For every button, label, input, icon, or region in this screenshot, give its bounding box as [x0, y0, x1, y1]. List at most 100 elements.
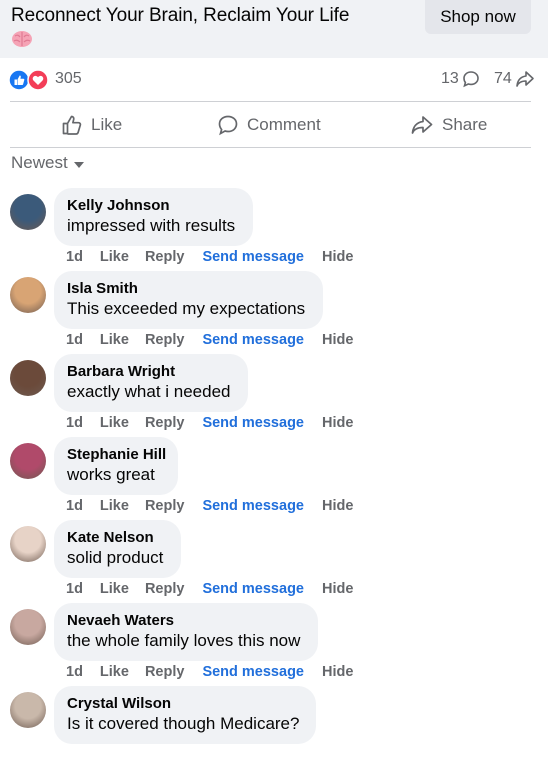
comment-bubble: Kate Nelson solid product: [54, 520, 181, 578]
sort-label: Newest: [11, 153, 68, 172]
avatar[interactable]: [10, 194, 46, 230]
comment-reply-button[interactable]: Reply: [145, 249, 185, 265]
avatar[interactable]: [10, 443, 46, 479]
reaction-icons[interactable]: [8, 69, 52, 91]
comments-count[interactable]: 13: [441, 70, 480, 88]
comment-bubble-icon: [462, 71, 479, 88]
comment-icon: [218, 115, 238, 136]
comment-hide-button[interactable]: Hide: [322, 332, 353, 348]
comment-item: Kelly Johnson impressed with results 1d Lik…: [0, 188, 548, 271]
comment-bubble: Stephanie Hill works great: [54, 437, 178, 495]
comment-send-button[interactable]: Send message: [202, 664, 304, 680]
comment-like-button[interactable]: Like: [100, 581, 129, 597]
share-button[interactable]: Share: [410, 103, 487, 147]
comment-item: Crystal Wilson Is it covered though Medic…: [0, 686, 548, 769]
comment-timestamp[interactable]: 1d: [66, 415, 83, 431]
comment-send-button[interactable]: Send message: [202, 581, 304, 597]
shares-count-value: 74: [494, 70, 512, 87]
ad-header: Reconnect Your Brain, Reclaim Your Life …: [0, 0, 548, 58]
avatar[interactable]: [10, 360, 46, 396]
comment-reply-button[interactable]: Reply: [145, 332, 185, 348]
comment-item: Stephanie Hill works great 1d Like Reply Send…: [0, 437, 548, 520]
comment-like-button[interactable]: Like: [100, 415, 129, 431]
commenter-name[interactable]: Crystal Wilson: [67, 694, 303, 713]
comment-hide-button[interactable]: Hide: [322, 498, 353, 514]
comment-actions: 1d Like Reply Send message Hide: [66, 249, 353, 265]
comments-count-value: 13: [441, 70, 459, 87]
comment-button[interactable]: Comment: [217, 103, 321, 147]
comment-reply-button[interactable]: Reply: [145, 415, 185, 431]
comment-timestamp[interactable]: 1d: [66, 498, 83, 514]
comment-text: exactly what i needed: [67, 382, 231, 401]
comment-item: Kate Nelson solid product 1d Like Reply Send …: [0, 520, 548, 603]
comment-hide-button[interactable]: Hide: [322, 581, 353, 597]
commenter-name[interactable]: Nevaeh Waters: [67, 611, 305, 630]
comment-bubble: Barbara Wright exactly what i needed: [54, 354, 248, 412]
comment-timestamp[interactable]: 1d: [66, 664, 83, 680]
shop-now-button[interactable]: Shop now: [425, 0, 531, 34]
comment-sort-dropdown[interactable]: Newest: [11, 153, 84, 173]
comment-actions: 1d Like Reply Send message Hide: [66, 415, 353, 431]
comment-reply-button[interactable]: Reply: [145, 581, 185, 597]
comment-button-label: Comment: [247, 115, 321, 134]
comment-send-button[interactable]: Send message: [202, 498, 304, 514]
comment-item: Isla Smith This exceeded my expectations 1…: [0, 271, 548, 354]
comment-timestamp[interactable]: 1d: [66, 332, 83, 348]
caret-down-icon: [73, 161, 84, 168]
comment-reply-button[interactable]: Reply: [145, 664, 185, 680]
thumbs-up-icon: [62, 115, 82, 135]
comment-actions: 1d Like Reply Send message Hide: [66, 498, 353, 514]
like-button-label: Like: [91, 115, 123, 134]
comment-like-button[interactable]: Like: [100, 498, 129, 514]
comment-actions: 1d Like Reply Send message Hide: [66, 332, 353, 348]
comment-timestamp[interactable]: 1d: [66, 249, 83, 265]
share-button-label: Share: [442, 115, 488, 134]
divider: [10, 147, 531, 148]
comment-bubble: Crystal Wilson Is it covered though Medic…: [54, 686, 316, 744]
comment-item: Nevaeh Waters the whole family loves this…: [0, 603, 548, 686]
avatar[interactable]: [10, 277, 46, 313]
avatar[interactable]: [10, 526, 46, 562]
commenter-name[interactable]: Barbara Wright: [67, 362, 235, 381]
comment-text: works great: [67, 465, 155, 484]
commenter-name[interactable]: Stephanie Hill: [67, 445, 166, 464]
like-reaction-icon: [8, 69, 30, 91]
reaction-count[interactable]: 305: [55, 70, 82, 88]
comment-bubble: Nevaeh Waters the whole family loves this…: [54, 603, 318, 661]
comment-text: impressed with results: [67, 216, 236, 235]
comment-text: the whole family loves this now: [67, 631, 301, 650]
comment-like-button[interactable]: Like: [100, 664, 129, 680]
ad-title: Reconnect Your Brain, Reclaim Your Life: [11, 5, 350, 26]
comment-send-button[interactable]: Send message: [202, 415, 304, 431]
comment-send-button[interactable]: Send message: [202, 332, 304, 348]
post-action-bar: Like Comment Share: [0, 103, 548, 147]
like-button[interactable]: Like: [61, 103, 122, 147]
comment-actions: 1d Like Reply Send message Hide: [66, 664, 353, 680]
comment-text: solid product: [67, 548, 164, 567]
avatar[interactable]: [10, 609, 46, 645]
share-arrow-icon: [515, 71, 534, 87]
comment-reply-button[interactable]: Reply: [145, 498, 185, 514]
divider: [10, 101, 531, 102]
comment-timestamp[interactable]: 1d: [66, 581, 83, 597]
comment-text: This exceeded my expectations: [67, 299, 306, 318]
comment-send-button[interactable]: Send message: [202, 249, 304, 265]
avatar[interactable]: [10, 692, 46, 728]
comment-like-button[interactable]: Like: [100, 249, 129, 265]
comment-bubble: Kelly Johnson impressed with results: [54, 188, 253, 246]
comment-text: Is it covered though Medicare?: [67, 714, 300, 733]
brain-icon: [12, 31, 32, 47]
comment-actions: 1d Like Reply Send message Hide: [66, 581, 353, 597]
comment-like-button[interactable]: Like: [100, 332, 129, 348]
love-reaction-icon: [27, 69, 49, 91]
commenter-name[interactable]: Isla Smith: [67, 279, 310, 298]
share-icon: [411, 116, 433, 134]
comment-hide-button[interactable]: Hide: [322, 415, 353, 431]
comment-bubble: Isla Smith This exceeded my expectations: [54, 271, 323, 329]
comment-hide-button[interactable]: Hide: [322, 664, 353, 680]
commenter-name[interactable]: Kate Nelson: [67, 528, 168, 547]
reaction-stats: 305 13 74: [0, 58, 548, 102]
commenter-name[interactable]: Kelly Johnson: [67, 196, 240, 215]
shares-count[interactable]: 74: [494, 70, 535, 88]
comment-hide-button[interactable]: Hide: [322, 249, 353, 265]
